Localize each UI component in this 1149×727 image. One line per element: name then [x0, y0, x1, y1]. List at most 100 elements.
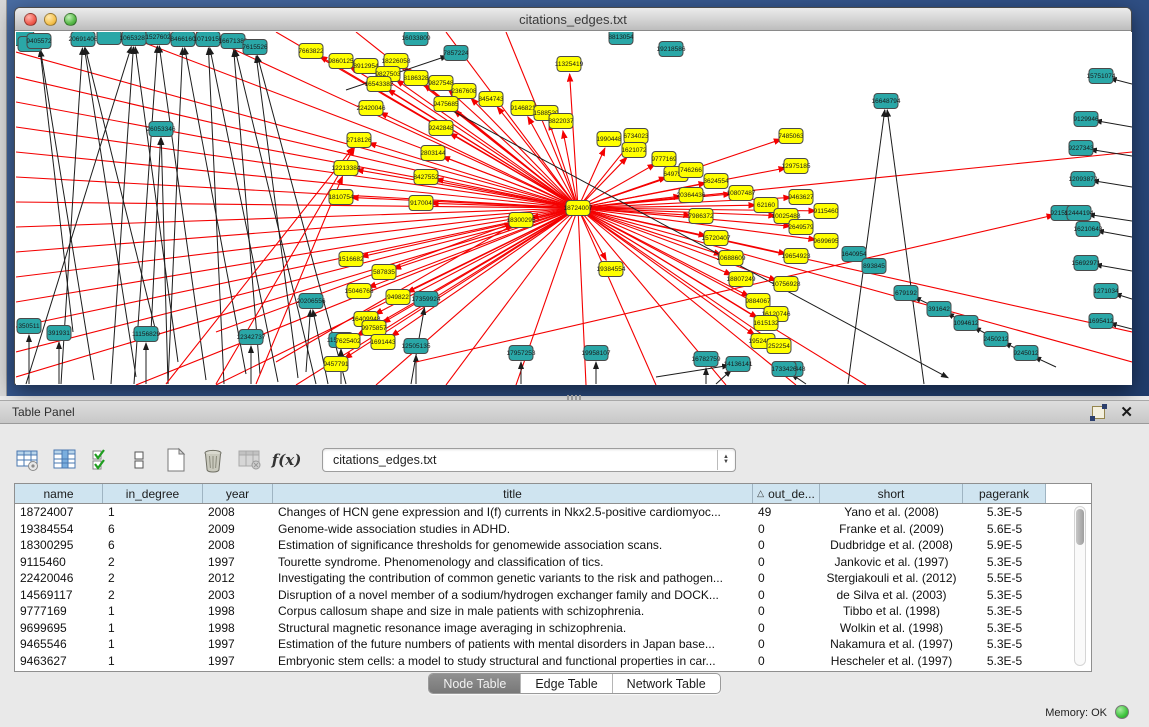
graph-node[interactable]: 10688609: [717, 251, 746, 266]
graph-node[interactable]: 350511: [17, 319, 41, 334]
graph-node[interactable]: 917004: [409, 196, 433, 211]
float-panel-icon[interactable]: [1092, 406, 1105, 419]
graph-node[interactable]: 2649579: [788, 220, 814, 235]
graph-node[interactable]: 1271034: [1093, 284, 1119, 299]
graph-node-hub[interactable]: 18724007: [564, 201, 593, 216]
column-header-short[interactable]: short: [820, 484, 963, 503]
citation-edge[interactable]: [416, 215, 1054, 362]
table-row[interactable]: 946362711997Embryonic stem cells: a mode…: [15, 653, 1091, 670]
graph-node[interactable]: 7625402: [335, 334, 361, 349]
citation-edge[interactable]: [1092, 180, 1132, 187]
graph-node[interactable]: 2450212: [983, 332, 1009, 347]
citation-edge[interactable]: [16, 152, 578, 208]
graph-node[interactable]: 10756928: [772, 277, 801, 292]
table-selector-dropdown[interactable]: citations_edges.txt ▲▼: [322, 448, 736, 472]
citation-edge[interactable]: [166, 147, 353, 384]
graph-node[interactable]: 7857224: [443, 46, 469, 61]
graph-node[interactable]: 20691406: [69, 32, 98, 47]
tab-edge-table[interactable]: Edge Table: [521, 674, 612, 693]
graph-node[interactable]: 9463627: [788, 190, 814, 205]
graph-node[interactable]: 16648794: [872, 94, 901, 109]
graph-node[interactable]: 16033809: [402, 32, 431, 46]
graph-node[interactable]: 15046768: [345, 284, 374, 299]
graph-node[interactable]: 949822: [386, 290, 410, 305]
column-header-pagerank[interactable]: pagerank: [963, 484, 1046, 503]
graph-node[interactable]: 1094612: [953, 316, 979, 331]
graph-node[interactable]: 20364436: [677, 188, 706, 203]
citation-edge[interactable]: [151, 138, 161, 332]
graph-node[interactable]: 19218586: [657, 42, 686, 57]
graph-node[interactable]: 8427552: [413, 170, 439, 185]
citation-edge[interactable]: [16, 208, 578, 302]
citation-edge[interactable]: [1088, 214, 1132, 221]
column-header-name[interactable]: name: [15, 484, 103, 503]
graph-node[interactable]: 17359924: [412, 292, 441, 307]
graph-node[interactable]: 14136141: [724, 357, 753, 372]
column-header-year[interactable]: year: [203, 484, 273, 503]
graph-node[interactable]: 9115460: [814, 204, 839, 219]
network-canvas[interactable]: 9405572206914061065328715276028466160107…: [16, 32, 1132, 385]
graph-node[interactable]: [97, 32, 121, 45]
graph-node[interactable]: 8466160: [170, 32, 196, 47]
network-window[interactable]: citations_edges.txt 94055722069140610653…: [14, 7, 1132, 385]
table-row[interactable]: 1830029562008Estimation of significance …: [15, 537, 1091, 554]
table-row[interactable]: 977716911998Corpus callosum shape and si…: [15, 603, 1091, 620]
citation-edge[interactable]: [256, 56, 298, 378]
citation-edge[interactable]: [16, 208, 578, 327]
graph-node[interactable]: 11325419: [555, 57, 584, 72]
citation-edge[interactable]: [26, 47, 131, 384]
graph-node[interactable]: 1516682: [338, 252, 364, 267]
delete-rows-icon[interactable]: [199, 447, 226, 474]
citation-edge[interactable]: [111, 47, 133, 384]
graph-node[interactable]: 893845: [862, 259, 886, 274]
citation-edge[interactable]: [256, 176, 343, 384]
graph-node[interactable]: 12975185: [782, 159, 811, 174]
graph-node[interactable]: 1527602: [145, 32, 171, 45]
table-row[interactable]: 2242004622012Investigating the contribut…: [15, 570, 1091, 587]
graph-node[interactable]: 18300295: [507, 213, 536, 228]
table-row[interactable]: 1456911722003Disruption of a novel membe…: [15, 587, 1091, 604]
graph-node[interactable]: 17957253: [507, 346, 536, 361]
citation-edge[interactable]: [40, 50, 73, 332]
citation-edge[interactable]: [1095, 121, 1132, 127]
graph-node[interactable]: 9129946: [1073, 112, 1099, 127]
graph-node[interactable]: 12342737: [237, 330, 266, 345]
graph-node[interactable]: 19958107: [582, 346, 611, 361]
memory-status-icon[interactable]: [1115, 705, 1129, 719]
graph-node[interactable]: 9475685: [433, 97, 459, 112]
graph-node[interactable]: 9242848: [428, 121, 454, 136]
graph-node[interactable]: 1691443: [370, 335, 396, 350]
table-row[interactable]: 969969511998Structural magnetic resonanc…: [15, 620, 1091, 637]
graph-node[interactable]: 7485063: [778, 129, 804, 144]
graph-node[interactable]: 9827548: [428, 76, 454, 91]
table-row[interactable]: 1872400712008Changes of HCN gene express…: [15, 504, 1091, 521]
graph-node[interactable]: 7663822: [298, 44, 324, 59]
graph-node[interactable]: 9777169: [651, 152, 677, 167]
citation-edge[interactable]: [85, 48, 156, 332]
graph-node[interactable]: 679192: [894, 286, 918, 301]
graph-node[interactable]: 7986372: [688, 209, 714, 224]
citation-edge[interactable]: [216, 148, 354, 384]
graph-node[interactable]: 9975857: [361, 321, 387, 336]
row-options-icon[interactable]: [125, 447, 152, 474]
graph-node[interactable]: 9146821: [510, 101, 536, 116]
graph-node[interactable]: 9405572: [26, 34, 52, 49]
citation-edge[interactable]: [168, 48, 183, 384]
column-header-out_degree[interactable]: △out_de...: [753, 484, 820, 503]
close-panel-icon[interactable]: ✕: [1120, 403, 1133, 423]
graph-node[interactable]: 10807487: [727, 186, 756, 201]
graph-node[interactable]: 6734023: [623, 129, 649, 144]
graph-node[interactable]: 1621072: [621, 143, 647, 158]
graph-node[interactable]: 1733426: [771, 362, 797, 377]
graph-node[interactable]: 8454743: [478, 92, 504, 107]
table-settings-icon[interactable]: [14, 447, 41, 474]
citation-edge[interactable]: [185, 48, 246, 374]
graph-node[interactable]: 19384554: [597, 262, 626, 277]
graph-node[interactable]: 12213384: [332, 161, 361, 176]
graph-node[interactable]: 8822037: [548, 114, 574, 129]
graph-node[interactable]: 9227343: [1068, 141, 1094, 156]
dropdown-stepper-icon[interactable]: ▲▼: [717, 450, 734, 470]
column-header-in_degree[interactable]: in_degree: [103, 484, 203, 503]
graph-node[interactable]: 11156829: [132, 327, 160, 342]
graph-node[interactable]: 7615526: [242, 40, 268, 55]
